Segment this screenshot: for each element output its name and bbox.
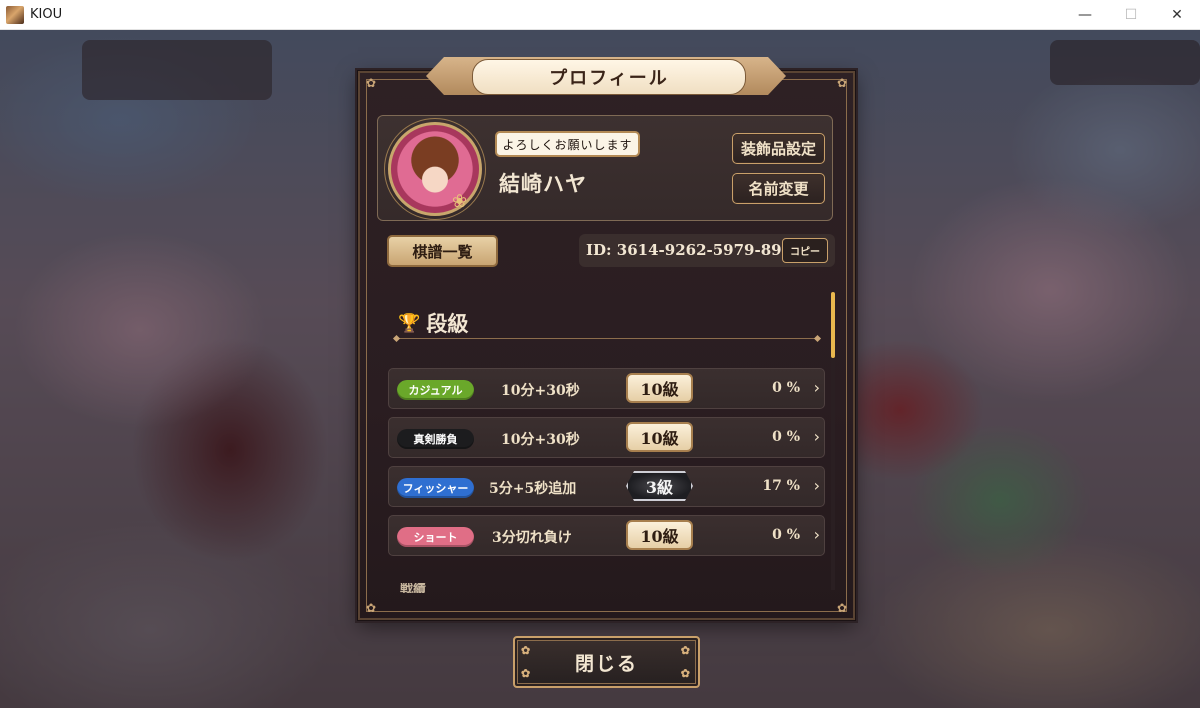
rank-heading-label: 段級 [426, 311, 469, 336]
close-button[interactable]: ✿ ✿ ✿ ✿ 閉じる [513, 636, 700, 688]
scrollbar-thumb[interactable] [831, 292, 835, 358]
copy-id-button[interactable]: コピー [782, 238, 828, 263]
corner-flower-icon: ✿ [680, 667, 692, 680]
time-rule: 10分+30秒 [501, 432, 580, 448]
rank-plate: 10級 [626, 520, 693, 550]
window-controls: — ☐ ✕ [1062, 0, 1200, 29]
player-name: 結崎ハヤ [499, 171, 587, 196]
app-icon [6, 5, 24, 24]
rank-plate: 10級 [626, 373, 693, 403]
trophy-icon: 🏆 [398, 312, 421, 334]
decorations-settings-button[interactable]: 装飾品設定 [732, 133, 825, 164]
chevron-right-icon: › [813, 427, 820, 446]
rank-row[interactable]: カジュアル 10分+30秒 10級 0 % › [388, 368, 825, 409]
player-id: ID: 3614-9262-5979-8920 [586, 241, 803, 259]
rank-heading: 🏆 段級 [398, 308, 468, 338]
corner-flower-icon: ✿ [836, 76, 847, 90]
corner-flower-icon: ✿ [521, 667, 533, 680]
mode-badge: ショート [397, 527, 474, 547]
close-button-label: 閉じる [574, 652, 638, 675]
chevron-right-icon: › [813, 525, 820, 544]
next-section-heading: 戦績 [400, 583, 427, 593]
greeting-plate[interactable]: よろしくお願いします [495, 131, 640, 157]
rank-row[interactable]: 真剣勝負 10分+30秒 10級 0 % › [388, 417, 825, 458]
rank-progress-percent: 0 % [772, 527, 800, 543]
time-rule: 5分+5秒追加 [489, 481, 577, 497]
time-rule: 10分+30秒 [501, 383, 580, 399]
time-rule: 3分切れ負け [492, 530, 572, 546]
rank-row[interactable]: ショート 3分切れ負け 10級 0 % › [388, 515, 825, 556]
maximize-button[interactable]: ☐ [1108, 0, 1154, 29]
avatar-flower-icon: ❀ [452, 191, 468, 212]
mode-badge: カジュアル [397, 380, 474, 400]
window-title: KIOU [30, 7, 63, 22]
close-window-button[interactable]: ✕ [1154, 0, 1200, 29]
panel-title: プロフィール [472, 59, 746, 95]
game-records-button[interactable]: 棋譜一覧 [387, 235, 498, 267]
mode-badge: フィッシャー [397, 478, 474, 498]
corner-flower-icon: ✿ [366, 601, 377, 615]
rank-plate: 3級 [626, 471, 693, 501]
window-titlebar: KIOU — ☐ ✕ [0, 0, 1200, 30]
section-divider [396, 338, 818, 339]
chevron-right-icon: › [813, 378, 820, 397]
corner-flower-icon: ✿ [521, 644, 533, 657]
rename-button[interactable]: 名前変更 [732, 173, 825, 204]
mode-badge: 真剣勝負 [397, 429, 474, 449]
minimize-button[interactable]: — [1062, 0, 1108, 29]
chevron-right-icon: › [813, 476, 820, 495]
rank-progress-percent: 17 % [762, 478, 800, 494]
rank-plate: 10級 [626, 422, 693, 452]
rank-row[interactable]: フィッシャー 5分+5秒追加 3級 17 % › [388, 466, 825, 507]
corner-flower-icon: ✿ [680, 644, 692, 657]
avatar[interactable] [388, 122, 482, 216]
rank-progress-percent: 0 % [772, 429, 800, 445]
corner-flower-icon: ✿ [836, 601, 847, 615]
corner-flower-icon: ✿ [366, 76, 377, 90]
rank-progress-percent: 0 % [772, 380, 800, 396]
